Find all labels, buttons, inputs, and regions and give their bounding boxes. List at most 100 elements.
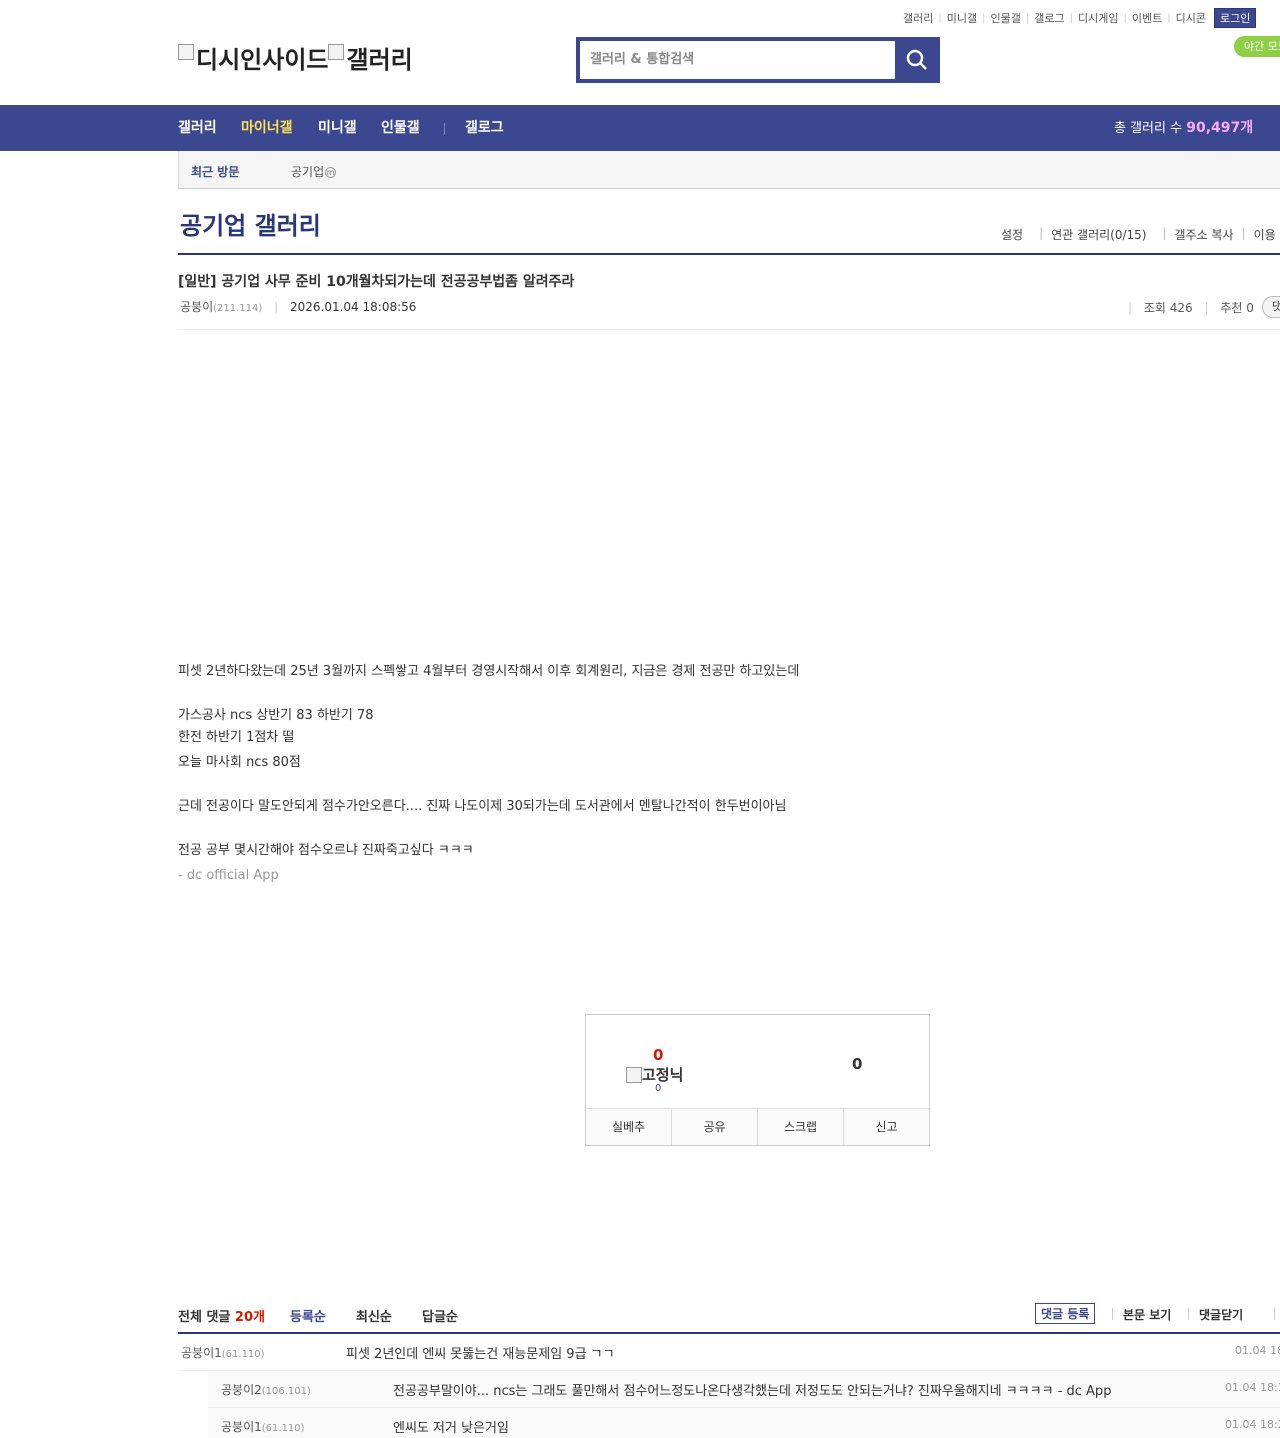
night-mode-toggle[interactable]: 야간 모드 [1234, 36, 1280, 57]
share-button[interactable]: 공유 [672, 1109, 758, 1145]
write-comment-button[interactable]: 댓글 등록 [1035, 1303, 1096, 1324]
scrap-button[interactable]: 스크랩 [758, 1109, 844, 1145]
util-link-gallery[interactable]: 갤러리 [903, 10, 933, 26]
recent-visits-label[interactable]: 최근 방문 [191, 163, 239, 180]
comment-text: 전공공부말이야... ncs는 그래도 풀만해서 점수어느정도나온다생각했는데 … [393, 1384, 1112, 1399]
util-link-event[interactable]: 이벤트 [1132, 10, 1162, 26]
comment-date: 01.04 18: [1235, 1344, 1280, 1357]
nav-mini-gallery[interactable]: 미니갤 [318, 105, 357, 151]
util-link-gallog[interactable]: 갤로그 [1034, 10, 1064, 26]
comment-ip: (61.110) [221, 1349, 265, 1360]
total-gallery-label: 총 갤러리 수 [1114, 121, 1183, 136]
comment-text: 피셋 2년인데 엔씨 못뚫는건 재능문제임 9급 ㄱㄱ [346, 1347, 615, 1362]
sort-latest[interactable]: 최신순 [356, 1306, 392, 1325]
post-body-line: 피셋 2년하다왔는데 25년 3월까지 스펙쌓고 4월부터 경영시작해서 이후 … [178, 664, 800, 679]
util-link-person-gal[interactable]: 인물갤 [991, 10, 1021, 26]
post-author[interactable]: 공붕이 [180, 300, 213, 314]
post-body-line: 한전 하반기 1점차 떨 [178, 730, 295, 745]
divider [1188, 1308, 1189, 1320]
broken-image-icon [328, 43, 345, 60]
comment-author[interactable]: 공붕이1(61.110) [221, 1418, 305, 1435]
close-comments-button[interactable]: 댓글닫기 [1199, 1306, 1243, 1323]
nav-gallog[interactable]: 갤로그 [465, 105, 504, 151]
top-utility-menu: 갤러리 | 미니갤 | 인물갤 | 갤로그 | 디시게임 | 이벤트 | 디시콘 로그인 [903, 8, 1257, 28]
broken-image-icon [178, 43, 194, 60]
post-meta: 공붕이(211.114) | 2026.01.04 18:08:56 [180, 300, 417, 314]
divider [1112, 1308, 1113, 1320]
comment-date: 01.04 18:2 [1225, 1418, 1280, 1431]
total-gallery-count: 총 갤러리 수 90,497개 [1114, 105, 1253, 151]
util-link-dcgame[interactable]: 디시게임 [1078, 10, 1118, 26]
post-recommend: 추천 0 [1220, 301, 1254, 315]
app-signature: - dc official App [178, 868, 279, 883]
nav-minor-gallery[interactable]: 마이너갤 [241, 105, 293, 151]
best-recommend-button[interactable]: 실베추 [586, 1109, 672, 1145]
sort-replies[interactable]: 답글순 [422, 1306, 458, 1325]
search-input[interactable]: 갤러리 & 통합검색 [580, 41, 895, 79]
recent-gallery-link[interactable]: 공기업 m [291, 163, 337, 180]
comment-total-label: 전체 댓글 [178, 1310, 231, 1325]
main-navigation: 갤러리 마이너갤 미니갤 인물갤 갤로그 총 갤러리 수 90,497개 [0, 105, 1280, 151]
recommend-actions: 실베추 공유 스크랩 신고 [586, 1108, 929, 1145]
report-button[interactable]: 신고 [844, 1109, 929, 1145]
related-gallery-link[interactable]: 연관 갤러리(0/15) [1051, 226, 1146, 243]
post-body-line: 근데 전공이다 말도안되게 점수가안오른다.... 진짜 나도이제 30되가는데… [178, 799, 787, 814]
comment-nick: 공붕이2 [221, 1383, 262, 1397]
fixed-nick-count: 0 [655, 1083, 662, 1094]
search-button[interactable] [895, 37, 940, 83]
comment-jump-button[interactable]: 댓 [1262, 296, 1280, 318]
recommend-box: 0 고정닉 0 0 실베추 공유 스크랩 신고 [585, 1014, 930, 1146]
title-divider [178, 253, 1280, 255]
comments-header: 전체 댓글 20개 등록순 최신순 답글순 댓글 등록 본문 보기 댓글닫기 [178, 1303, 1280, 1335]
comment-ip: (106.101) [261, 1386, 311, 1397]
recent-gallery-name: 공기업 [291, 165, 325, 179]
nav-gallery[interactable]: 갤러리 [178, 105, 217, 151]
comment-ip: (61.110) [261, 1423, 305, 1434]
comment-author[interactable]: 공붕이1(61.110) [181, 1344, 265, 1361]
post-title: [일반] 공기업 사무 준비 10개월차되가는데 전공공부법좀 알려주라 [178, 274, 575, 290]
sort-registered[interactable]: 등록순 [290, 1306, 326, 1325]
comment-total: 전체 댓글 20개 [178, 1306, 265, 1325]
comment-text: 엔씨도 저거 낮은거임 [393, 1421, 509, 1436]
total-gallery-value: 90,497개 [1186, 120, 1254, 136]
post-stats: | 조회 426 | 추천 0 | [1128, 301, 1270, 315]
post-body-line: 가스공사 ncs 상반기 83 하반기 78 [178, 708, 374, 723]
gallery-options: 설정 | 연관 갤러리(0/15) | 갤주소 복사 | 이용 [1001, 226, 1276, 243]
login-button[interactable]: 로그인 [1213, 8, 1257, 28]
post-date: 2026.01.04 18:08:56 [289, 300, 417, 314]
search-bar: 갤러리 & 통합검색 [576, 37, 940, 83]
nav-divider [444, 123, 445, 135]
nav-person-gallery[interactable]: 인물갤 [381, 105, 420, 151]
broken-image-icon [626, 1066, 642, 1083]
util-link-minigal[interactable]: 미니갤 [947, 10, 977, 26]
gallery-title[interactable]: 공기업 갤러리 [180, 206, 321, 241]
search-icon [906, 49, 927, 70]
usage-link[interactable]: 이용 [1254, 226, 1276, 243]
reply-row: 공붕이2(106.101) 전공공부말이야... ncs는 그래도 풀만해서 점… [208, 1371, 1280, 1408]
view-body-button[interactable]: 본문 보기 [1123, 1306, 1171, 1323]
logo-alt-dcinside: 디시인사이드 [196, 46, 329, 74]
minor-gallery-badge-icon: m [325, 167, 337, 178]
site-logo[interactable]: 디시인사이드 갤러리 [178, 40, 413, 75]
post-author-ip: (211.114) [213, 303, 263, 314]
comment-nick: 공붕이1 [181, 1346, 222, 1360]
comment-nick: 공붕이1 [221, 1420, 262, 1434]
divider [1274, 1308, 1275, 1320]
comment-row: 공붕이1(61.110) 피셋 2년인데 엔씨 못뚫는건 재능문제임 9급 ㄱㄱ… [178, 1334, 1280, 1371]
post-header-divider [178, 329, 1280, 330]
util-link-dccon[interactable]: 디시콘 [1176, 10, 1206, 26]
post-body-line: 전공 공부 몇시간해야 점수오르냐 진짜죽고싶다 ㅋㅋㅋ [178, 843, 474, 858]
recent-visits-bar: 최근 방문 공기업 m [178, 151, 1280, 189]
comment-author[interactable]: 공붕이2(106.101) [221, 1381, 311, 1398]
comment-total-count: 20개 [234, 1310, 265, 1325]
downvote-count: 0 [852, 1055, 863, 1073]
gallery-settings-link[interactable]: 설정 [1001, 226, 1023, 243]
post-body-line: 오늘 마사회 ncs 80점 [178, 755, 301, 770]
reply-row: 공붕이1(61.110) 엔씨도 저거 낮은거임 01.04 18:2 [208, 1408, 1280, 1438]
fixed-nick-alt: 고정닉 [642, 1066, 684, 1084]
copy-gallery-address-link[interactable]: 갤주소 복사 [1175, 226, 1234, 243]
post-views: 조회 426 [1143, 301, 1193, 315]
comment-date: 01.04 18:1 [1225, 1381, 1280, 1394]
fixed-nick-recommend: 고정닉 [626, 1064, 683, 1085]
upvote-count: 0 [653, 1046, 664, 1064]
